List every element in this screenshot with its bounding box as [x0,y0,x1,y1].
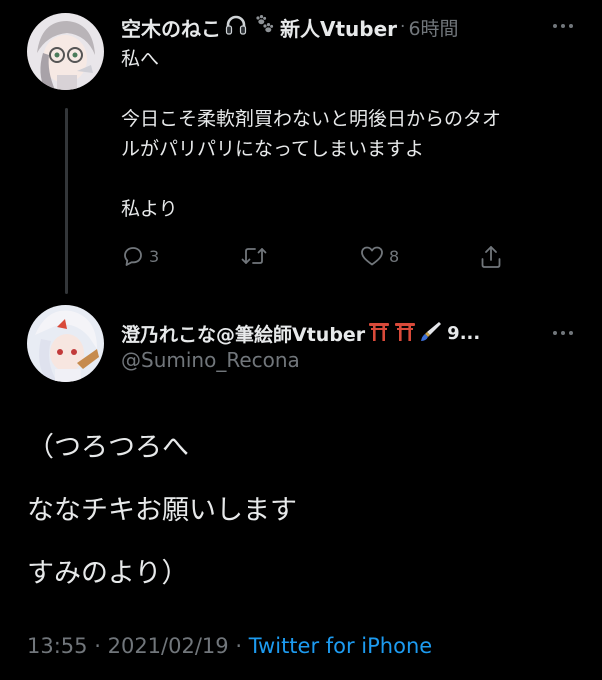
main-more-icon[interactable] [552,329,574,337]
tweet-date[interactable]: 2021/02/19 [108,634,229,658]
parent-tweet-text: 私へ 今日こそ柔軟剤買わないと明後日からのタオ ルがパリパリになってしまいますよ… [121,44,581,224]
parent-tweet-header: 空木のねこ 新人Vtuber · 6時間 [121,13,459,41]
share-icon [481,246,501,268]
thread-line [65,108,68,294]
reply-count: 3 [149,246,160,266]
main-display-name[interactable]: 澄乃れこな@筆絵師Vtuber [121,320,365,347]
parent-timestamp[interactable]: 6時間 [408,14,458,41]
parent-display-name-suffix[interactable]: 新人Vtuber [280,13,397,42]
retweet-icon [241,248,267,264]
like-count: 8 [389,246,400,266]
heart-icon [361,246,383,266]
headphones-emoji-icon [224,13,248,41]
header-separator: · [400,17,406,37]
parent-text-line: 私へ [121,48,160,70]
tweet-time[interactable]: 13:55 [27,634,88,658]
retweet-button[interactable] [240,244,272,268]
main-text-line: ななチキお願いします [27,495,297,526]
tweet-source-link[interactable]: Twitter for iPhone [249,634,433,658]
parent-avatar[interactable] [27,13,104,90]
main-text-line: すみのより） [27,558,189,589]
reply-icon [124,247,142,266]
parent-text-line: 私より [121,198,178,220]
tweet-meta: 13:55 · 2021/02/19 · Twitter for iPhone [27,634,432,658]
parent-display-name[interactable]: 空木のねこ [121,13,221,42]
main-tweet-header: 澄乃れこな@筆絵師Vtuber 9... [121,319,480,347]
parent-text-line: 今日こそ柔軟剤買わないと明後日からのタオ [121,108,502,130]
parent-text-line: ルがパリパリになってしまいますよ [121,138,425,160]
main-text-line: （つろつろへ [27,432,189,463]
meta-separator: · [235,634,243,658]
meta-separator: · [94,634,101,658]
share-button[interactable] [479,244,503,270]
main-avatar[interactable] [27,305,104,382]
torii-icon [393,319,417,347]
parent-text-blank [121,164,581,194]
parent-text-blank [121,74,581,104]
like-button[interactable]: 8 [359,244,399,268]
parent-more-icon[interactable] [552,22,574,30]
paw-prints-icon [252,13,276,41]
main-display-name-tail[interactable]: 9... [447,323,480,344]
torii-icon [367,319,391,347]
reply-button[interactable]: 3 [121,244,159,268]
main-handle[interactable]: @Sumino_Recona [121,348,300,372]
brush-icon [419,319,443,347]
